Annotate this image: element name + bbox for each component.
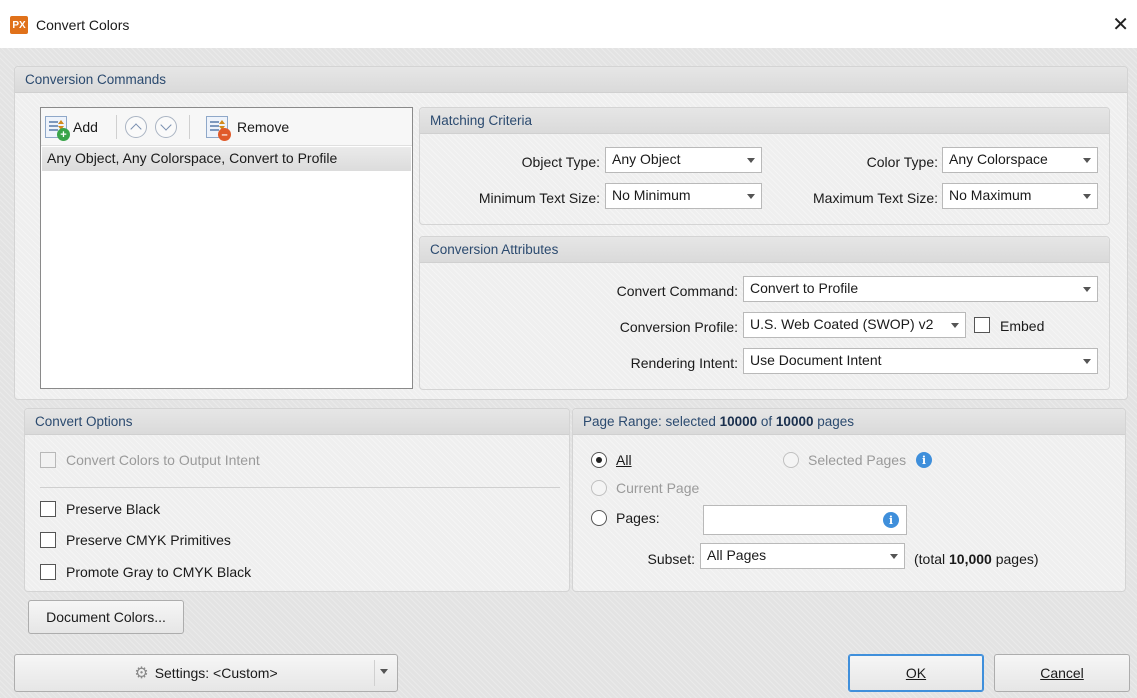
all-pages-label: All [616,452,632,468]
list-item[interactable]: Any Object, Any Colorspace, Convert to P… [42,147,411,171]
convert-command-label: Convert Command: [616,283,738,299]
add-button[interactable]: Add [73,119,98,135]
object-type-select[interactable]: Any Object [605,147,762,173]
promote-gray-checkbox[interactable] [40,564,56,580]
divider [40,487,560,488]
color-type-select[interactable]: Any Colorspace [942,147,1098,173]
chevron-down-icon [160,119,172,131]
chevron-down-icon [890,554,898,559]
max-text-size-select[interactable]: No Maximum [942,183,1098,209]
page-range-header: Page Range: selected 10000 of 10000 page… [573,409,1125,435]
convert-command-select[interactable]: Convert to Profile [743,276,1098,302]
preserve-black-label: Preserve Black [66,501,161,517]
convert-options-header: Convert Options [25,409,569,435]
all-pages-radio[interactable] [591,452,607,468]
preserve-cmyk-label: Preserve CMYK Primitives [66,532,231,548]
chevron-down-icon [1083,287,1091,292]
app-logo-icon: PX [10,16,28,34]
rendering-intent-select[interactable]: Use Document Intent [743,348,1098,374]
settings-button[interactable]: ⚙ Settings: <Custom> [14,654,398,692]
command-list[interactable]: + Add – Remove Any Object, Any Colorspac… [40,107,413,389]
toolbar-separator [189,115,190,139]
remove-button[interactable]: Remove [237,119,289,135]
color-type-label: Color Type: [866,154,938,170]
chevron-down-icon [951,323,959,328]
embed-label: Embed [1000,318,1045,334]
min-text-size-select[interactable]: No Minimum [605,183,762,209]
add-icon[interactable]: + [45,116,70,141]
pages-label: Pages: [616,510,660,526]
output-intent-label: Convert Colors to Output Intent [66,452,260,468]
conversion-profile-select[interactable]: U.S. Web Coated (SWOP) v2 [743,312,966,338]
info-icon[interactable]: i [916,452,932,468]
pages-radio[interactable] [591,510,607,526]
chevron-down-icon [1083,194,1091,199]
selected-pages-radio[interactable] [783,452,799,468]
conversion-profile-label: Conversion Profile: [619,319,738,335]
cancel-button[interactable]: Cancel [994,654,1130,692]
output-intent-checkbox[interactable] [40,452,56,468]
toolbar-separator [116,115,117,139]
matching-criteria-header: Matching Criteria [420,108,1109,134]
preserve-cmyk-checkbox[interactable] [40,532,56,548]
subset-select[interactable]: All Pages [700,543,905,569]
subset-label: Subset: [647,551,695,567]
chevron-down-icon [747,194,755,199]
rendering-intent-label: Rendering Intent: [630,355,738,371]
document-colors-button[interactable]: Document Colors... [28,600,184,634]
conversion-attributes-header: Conversion Attributes [420,237,1109,263]
chevron-up-icon [130,123,142,135]
current-page-label: Current Page [616,480,700,496]
chevron-down-icon [747,158,755,163]
info-icon[interactable]: i [883,512,899,528]
move-down-button[interactable] [155,116,177,138]
chevron-down-icon [1083,359,1091,364]
total-pages-text: (total 10,000 pages) [914,551,1039,567]
min-text-size-label: Minimum Text Size: [478,190,600,206]
remove-icon[interactable]: – [206,116,231,141]
preserve-black-checkbox[interactable] [40,501,56,517]
selected-pages-label: Selected Pages [808,452,907,468]
current-page-radio[interactable] [591,480,607,496]
settings-dropdown-separator [374,660,375,686]
title-bar: PX Convert Colors ✕ [0,0,1137,48]
close-icon[interactable]: ✕ [1112,12,1129,37]
move-up-button[interactable] [125,116,147,138]
gear-icon: ⚙ [134,665,149,682]
promote-gray-label: Promote Gray to CMYK Black [66,564,252,580]
max-text-size-label: Maximum Text Size: [813,190,938,206]
settings-dropdown-arrow[interactable] [380,669,388,674]
embed-checkbox[interactable] [974,317,990,333]
chevron-down-icon [1083,158,1091,163]
object-type-label: Object Type: [521,154,600,170]
ok-button[interactable]: OK [848,654,984,692]
window-title: Convert Colors [36,17,130,33]
command-toolbar: + Add – Remove [41,108,412,146]
pages-input[interactable] [703,505,907,535]
conversion-commands-header: Conversion Commands [15,67,1127,93]
